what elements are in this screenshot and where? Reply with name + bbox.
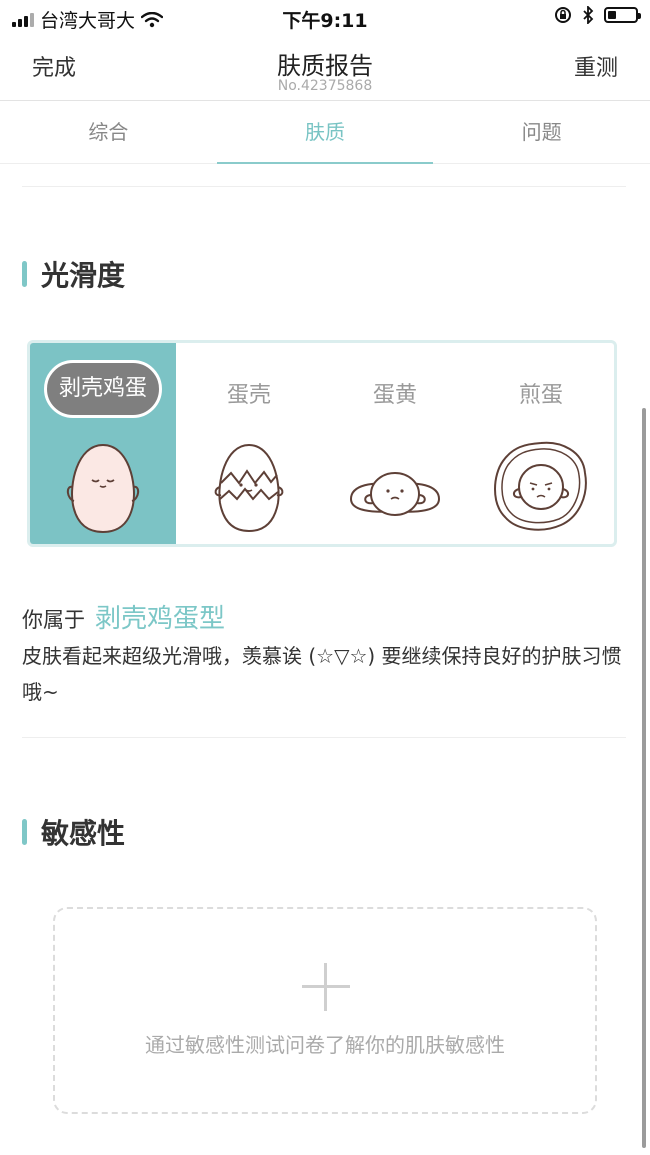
section-marker: [22, 261, 27, 287]
result-description: 皮肤看起来超级光滑哦，羡慕诶 (☆▽☆) 要继续保持良好的护肤习惯哦~: [22, 644, 622, 704]
tab-skin-type[interactable]: 肤质: [216, 101, 434, 164]
cracked-eggshell-icon: [214, 443, 284, 533]
option-label: 蛋黄: [372, 383, 417, 408]
section-marker: [22, 819, 27, 845]
sensitivity-test-prompt: 通过敏感性测试问卷了解你的肌肤敏感性: [145, 1033, 505, 1057]
result-type: 剥壳鸡蛋型: [95, 604, 226, 634]
egg-yolk-icon: [349, 472, 441, 516]
result-line: 你属于 剥壳鸡蛋型: [22, 598, 225, 635]
result-prefix: 你属于: [22, 608, 85, 632]
sensitivity-title: 敏感性: [41, 817, 126, 850]
tab-bar: 综合 肤质 问题: [0, 101, 650, 164]
option-label: 蛋壳: [226, 383, 271, 408]
scrollbar[interactable]: [642, 408, 646, 1148]
smoothness-title: 光滑度: [41, 259, 126, 292]
bluetooth-icon: [583, 6, 594, 24]
sensitivity-test-card[interactable]: 通过敏感性测试问卷了解你的肌肤敏感性: [53, 907, 597, 1114]
orientation-lock-icon: [555, 7, 571, 23]
option-eggshell[interactable]: 蛋壳: [176, 343, 322, 544]
option-peeled-egg[interactable]: 剥壳鸡蛋: [30, 343, 176, 544]
tab-overview[interactable]: 综合: [0, 101, 217, 163]
option-fried-egg[interactable]: 煎蛋: [468, 343, 614, 544]
plus-icon: [302, 963, 350, 1011]
nav-bar: 完成 肤质报告 No.42375868 重测: [0, 34, 650, 101]
battery-level: [608, 11, 616, 19]
divider: [22, 737, 626, 738]
option-label: 煎蛋: [518, 383, 563, 408]
wifi-icon: [141, 11, 164, 27]
status-bar: 台湾大哥大 下午9:11: [0, 0, 650, 34]
report-number: No.42375868: [277, 78, 373, 94]
smoothness-options: 剥壳鸡蛋 蛋壳 蛋黄 煎蛋: [27, 340, 617, 547]
carrier-name: 台湾大哥大: [40, 10, 136, 32]
option-label-selected: 剥壳鸡蛋: [44, 360, 162, 418]
fried-egg-icon: [494, 441, 587, 531]
peeled-egg-icon: [66, 443, 140, 534]
signal-icon: [12, 12, 34, 27]
smoothness-header: 光滑度: [22, 254, 125, 294]
sensitivity-header: 敏感性: [22, 812, 125, 852]
page-title: 肤质报告: [277, 52, 373, 80]
option-egg-yolk[interactable]: 蛋黄: [322, 343, 468, 544]
battery-icon: [604, 7, 641, 23]
tab-problems[interactable]: 问题: [433, 101, 650, 163]
retest-button[interactable]: 重测: [574, 50, 618, 82]
divider: [22, 186, 626, 187]
